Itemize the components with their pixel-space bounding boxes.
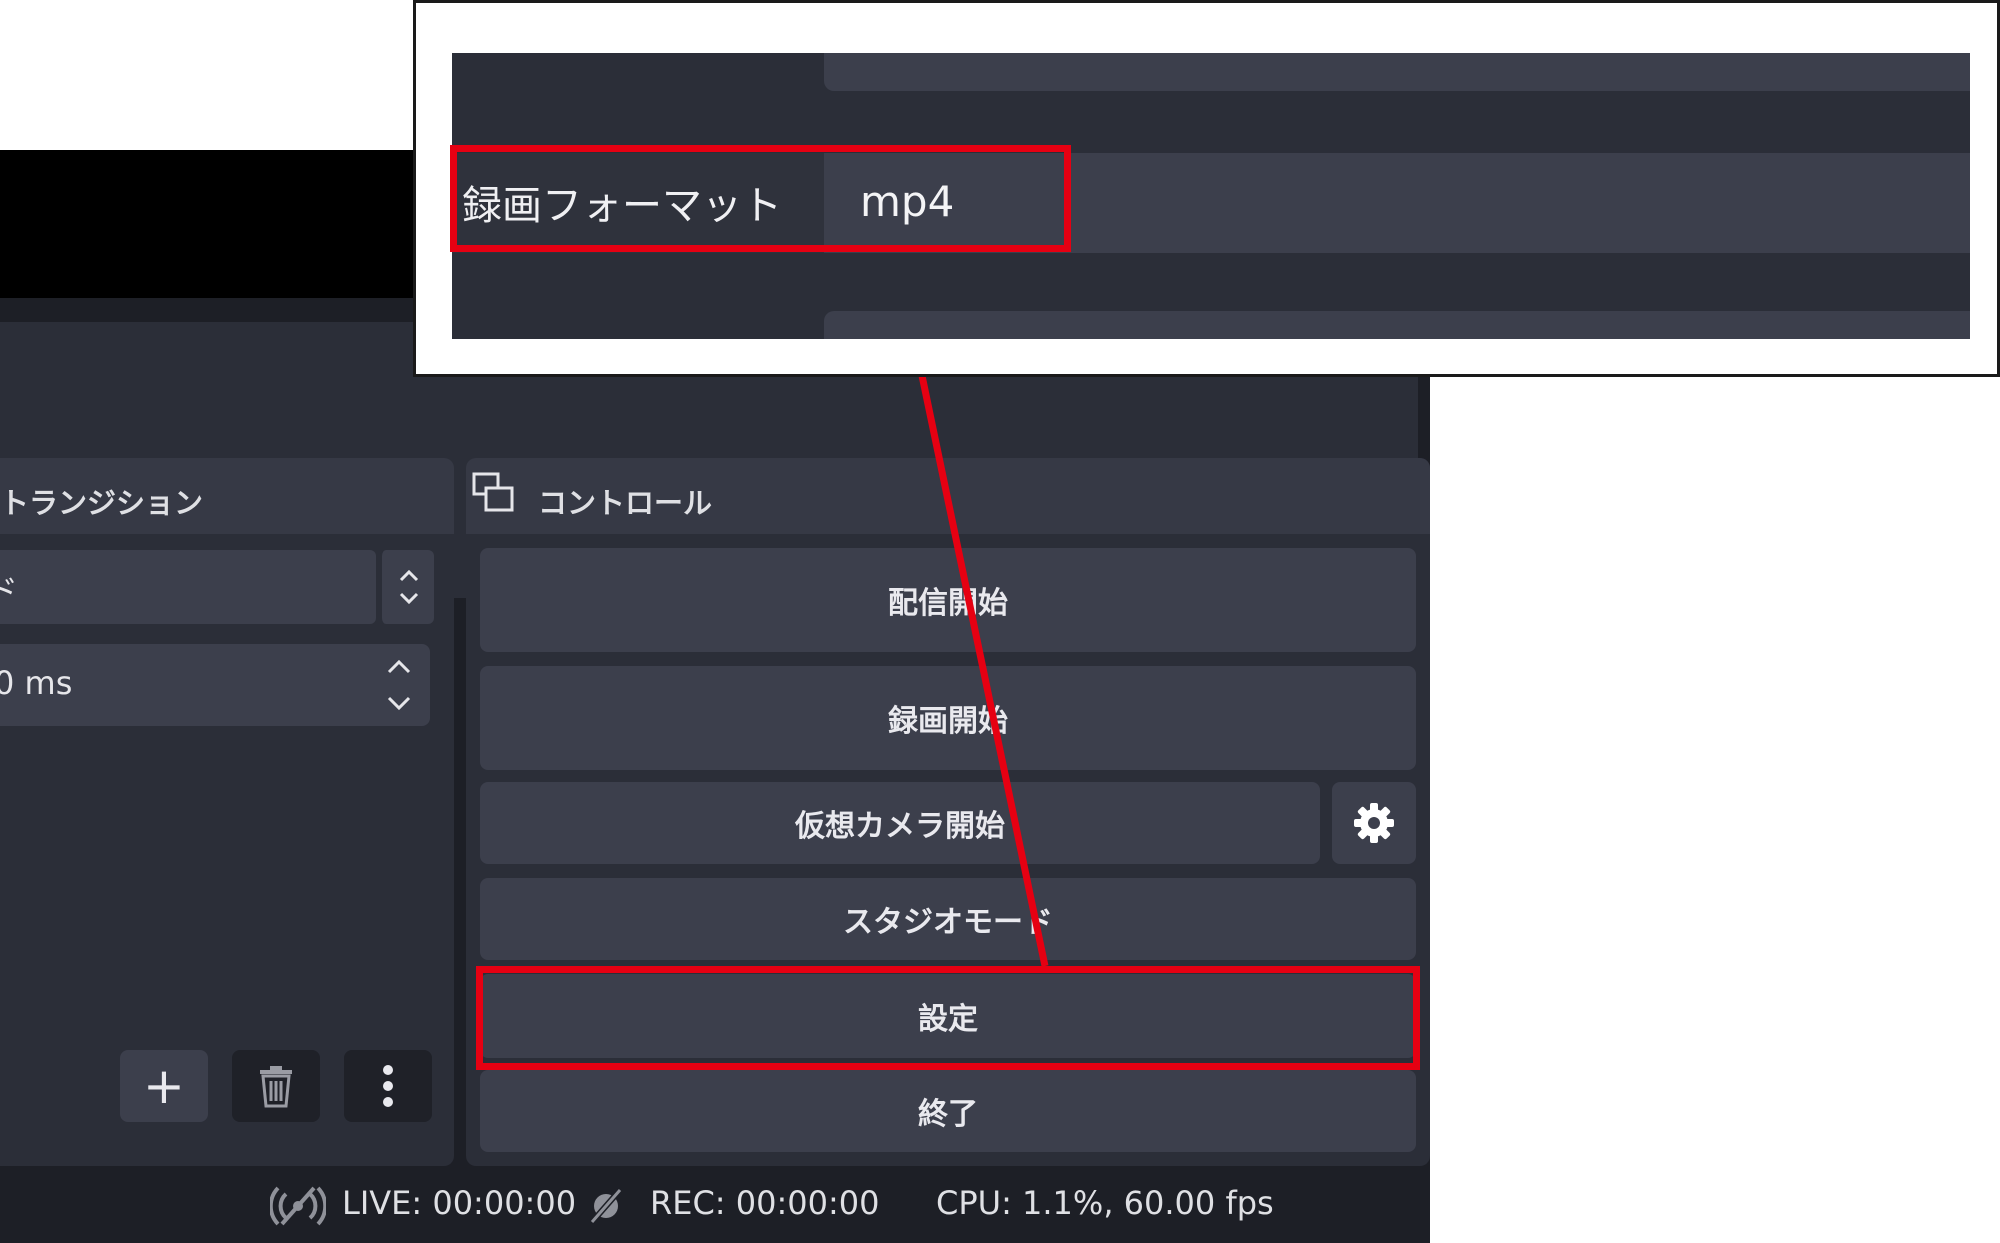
zoom-field-below — [824, 311, 1970, 339]
recording-format-highlight-box — [450, 145, 1071, 252]
zoom-inset: 録画フォーマット mp4 — [413, 0, 2000, 377]
zoom-field-above — [824, 53, 1970, 91]
